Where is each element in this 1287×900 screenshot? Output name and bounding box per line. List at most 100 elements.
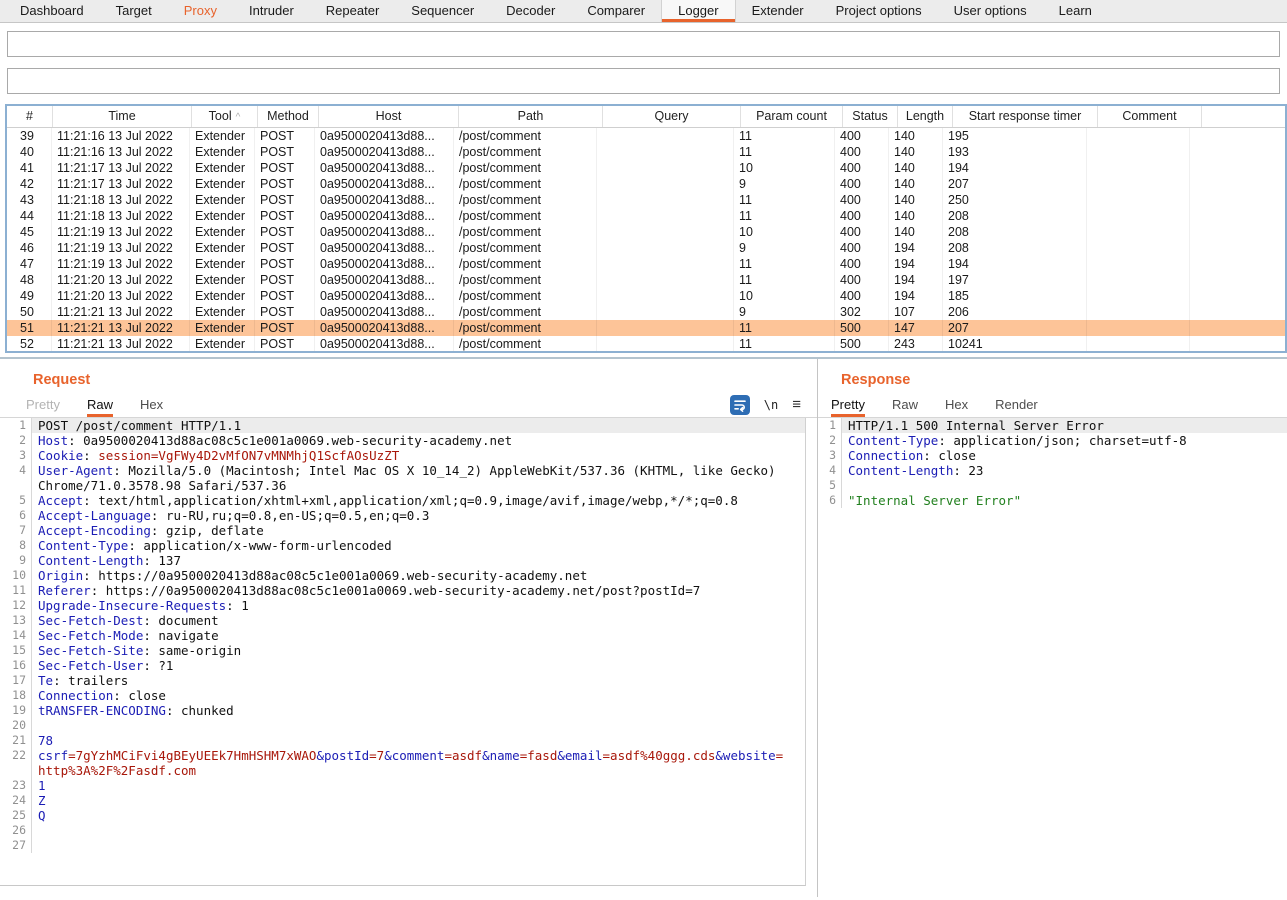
editor-menu-icon[interactable]: ≡ — [792, 398, 801, 412]
cell-tool: Extender — [190, 160, 255, 176]
cell-tool: Extender — [190, 240, 255, 256]
cell-comment — [1087, 256, 1190, 272]
cell-path: /post/comment — [454, 208, 597, 224]
column-header-host[interactable]: Host — [319, 106, 459, 127]
code-text: Chrome/71.0.3578.98 Safari/537.36 — [31, 478, 805, 493]
table-row[interactable]: 3911:21:16 13 Jul 2022ExtenderPOST0a9500… — [7, 128, 1285, 144]
cell-path: /post/comment — [454, 144, 597, 160]
table-row[interactable]: 5011:21:21 13 Jul 2022ExtenderPOST0a9500… — [7, 304, 1285, 320]
top-tab-decoder[interactable]: Decoder — [490, 0, 571, 22]
response-tab-pretty[interactable]: Pretty — [831, 396, 865, 417]
request-editor[interactable]: 1POST /post/comment HTTP/1.12Host: 0a950… — [0, 418, 806, 886]
top-tab-dashboard[interactable]: Dashboard — [4, 0, 100, 22]
top-tab-sequencer[interactable]: Sequencer — [395, 0, 490, 22]
code-line: 5Accept: text/html,application/xhtml+xml… — [0, 493, 805, 508]
table-row[interactable]: 4111:21:17 13 Jul 2022ExtenderPOST0a9500… — [7, 160, 1285, 176]
line-number: 16 — [0, 658, 31, 673]
cell-filler — [1190, 256, 1285, 272]
table-row[interactable]: 4711:21:19 13 Jul 2022ExtenderPOST0a9500… — [7, 256, 1285, 272]
top-tab-intruder[interactable]: Intruder — [233, 0, 310, 22]
response-tabs: Pretty Raw Hex Render — [818, 396, 1287, 418]
line-number: 13 — [0, 613, 31, 628]
top-tab-learn[interactable]: Learn — [1043, 0, 1108, 22]
line-number: 21 — [0, 733, 31, 748]
cell-time: 11:21:19 13 Jul 2022 — [52, 224, 190, 240]
column-header-start-response-timer[interactable]: Start response timer — [953, 106, 1098, 127]
column-header-comment[interactable]: Comment — [1098, 106, 1202, 127]
cell-num: 48 — [7, 272, 52, 288]
table-row[interactable]: 4811:21:20 13 Jul 2022ExtenderPOST0a9500… — [7, 272, 1285, 288]
column-header-method[interactable]: Method — [258, 106, 319, 127]
top-tab-target[interactable]: Target — [100, 0, 168, 22]
top-tab-comparer[interactable]: Comparer — [571, 0, 661, 22]
cell-time: 11:21:17 13 Jul 2022 — [52, 176, 190, 192]
response-tab-raw[interactable]: Raw — [892, 396, 918, 417]
top-tab-logger[interactable]: Logger — [661, 0, 735, 22]
cell-time: 11:21:16 13 Jul 2022 — [52, 144, 190, 160]
cell-path: /post/comment — [454, 160, 597, 176]
cell-length: 140 — [889, 224, 943, 240]
word-wrap-icon[interactable] — [730, 395, 750, 415]
table-row[interactable]: 4211:21:17 13 Jul 2022ExtenderPOST0a9500… — [7, 176, 1285, 192]
code-text — [841, 478, 1287, 493]
table-row[interactable]: 4311:21:18 13 Jul 2022ExtenderPOST0a9500… — [7, 192, 1285, 208]
line-number: 4 — [0, 463, 31, 478]
cell-comment — [1087, 224, 1190, 240]
code-line: 13Sec-Fetch-Dest: document — [0, 613, 805, 628]
column-header-param-count[interactable]: Param count — [741, 106, 843, 127]
cell-param_count: 9 — [734, 240, 835, 256]
cell-length: 140 — [889, 192, 943, 208]
column-header--[interactable]: # — [7, 106, 53, 127]
line-number: 27 — [0, 838, 31, 853]
cell-time: 11:21:20 13 Jul 2022 — [52, 288, 190, 304]
request-tab-hex[interactable]: Hex — [140, 396, 163, 417]
cell-length: 194 — [889, 256, 943, 272]
request-tab-raw[interactable]: Raw — [87, 396, 113, 417]
code-line: 18Connection: close — [0, 688, 805, 703]
table-row[interactable]: 4411:21:18 13 Jul 2022ExtenderPOST0a9500… — [7, 208, 1285, 224]
line-number: 11 — [0, 583, 31, 598]
table-row[interactable]: 4011:21:16 13 Jul 2022ExtenderPOST0a9500… — [7, 144, 1285, 160]
table-row[interactable]: 5111:21:21 13 Jul 2022ExtenderPOST0a9500… — [7, 320, 1285, 336]
column-header-query[interactable]: Query — [603, 106, 741, 127]
table-row[interactable]: 4911:21:20 13 Jul 2022ExtenderPOST0a9500… — [7, 288, 1285, 304]
response-tab-render[interactable]: Render — [995, 396, 1038, 417]
cell-method: POST — [255, 192, 315, 208]
cell-filler — [1190, 240, 1285, 256]
line-number: 1 — [0, 418, 31, 433]
request-tab-pretty[interactable]: Pretty — [26, 396, 60, 417]
table-row[interactable]: 4611:21:19 13 Jul 2022ExtenderPOST0a9500… — [7, 240, 1285, 256]
table-row[interactable]: 4511:21:19 13 Jul 2022ExtenderPOST0a9500… — [7, 224, 1285, 240]
column-header-path[interactable]: Path — [459, 106, 603, 127]
top-tab-repeater[interactable]: Repeater — [310, 0, 395, 22]
code-line: 25Q — [0, 808, 805, 823]
request-panel-title: Request — [33, 371, 817, 389]
code-line: 8Content-Type: application/x-www-form-ur… — [0, 538, 805, 553]
cell-host: 0a9500020413d88... — [315, 320, 454, 336]
column-header-status[interactable]: Status — [843, 106, 898, 127]
capture-filter-bar[interactable]: Capture filter: Logger memory limit set … — [7, 31, 1280, 57]
line-number: 23 — [0, 778, 31, 793]
cell-query — [597, 224, 734, 240]
column-header-length[interactable]: Length — [898, 106, 953, 127]
column-header-time[interactable]: Time — [53, 106, 192, 127]
code-text — [31, 718, 805, 733]
column-header-tool[interactable]: Tool^ — [192, 106, 258, 127]
code-text — [31, 838, 805, 853]
view-filter-bar[interactable]: View filter: Showing all items — [7, 68, 1280, 94]
response-editor[interactable]: 1HTTP/1.1 500 Internal Server Error2Cont… — [818, 418, 1287, 886]
response-tab-hex[interactable]: Hex — [945, 396, 968, 417]
logger-table-header: #TimeTool^MethodHostPathQueryParam count… — [7, 106, 1285, 128]
top-tab-proxy[interactable]: Proxy — [168, 0, 233, 22]
cell-path: /post/comment — [454, 304, 597, 320]
cell-comment — [1087, 336, 1190, 352]
top-tab-extender[interactable]: Extender — [736, 0, 820, 22]
cell-param_count: 10 — [734, 224, 835, 240]
top-tab-project-options[interactable]: Project options — [820, 0, 938, 22]
newline-toggle-icon[interactable]: \n — [764, 398, 778, 412]
top-tab-user-options[interactable]: User options — [938, 0, 1043, 22]
table-row[interactable]: 5211:21:21 13 Jul 2022ExtenderPOST0a9500… — [7, 336, 1285, 352]
cell-time: 11:21:21 13 Jul 2022 — [52, 336, 190, 352]
cell-path: /post/comment — [454, 320, 597, 336]
cell-query — [597, 192, 734, 208]
